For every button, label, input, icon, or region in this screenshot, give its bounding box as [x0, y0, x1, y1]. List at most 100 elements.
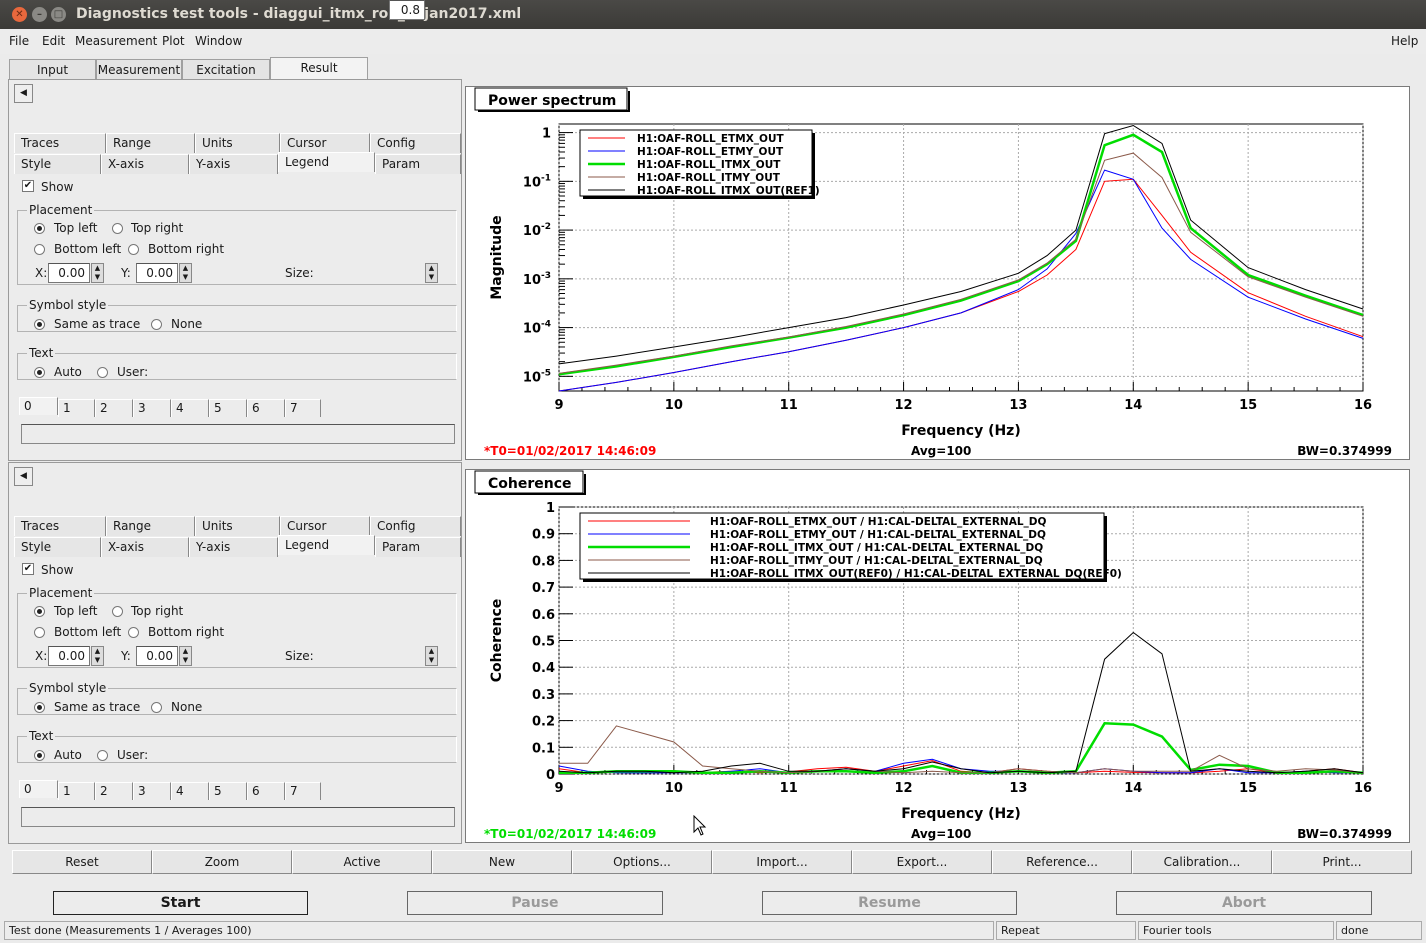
trace-tab-2[interactable]: 2	[95, 399, 133, 417]
active-button[interactable]: Active	[292, 850, 432, 874]
import-button[interactable]: Import...	[712, 850, 852, 874]
x-position-input[interactable]: 0.00	[48, 263, 90, 283]
bottom-left-radio[interactable]	[34, 627, 45, 638]
settings-tab-config[interactable]: Config	[370, 133, 461, 153]
settings-tab-yaxis[interactable]: Y-axis	[189, 537, 278, 557]
trace-tab-4[interactable]: 4	[171, 399, 209, 417]
tab-input[interactable]: Input	[9, 59, 96, 81]
bottom-right-radio[interactable]	[128, 244, 139, 255]
trace-tab-1[interactable]: 1	[58, 782, 95, 800]
collapse-arrow-button[interactable]: ◀	[14, 467, 33, 486]
settings-tab-xaxis[interactable]: X-axis	[101, 537, 189, 557]
settings-tab-xaxis[interactable]: X-axis	[101, 154, 189, 174]
auto-radio[interactable]	[34, 750, 45, 761]
zoom-button[interactable]: Zoom	[152, 850, 292, 874]
x-tick-label: 9	[554, 781, 563, 796]
settings-tab-config[interactable]: Config	[370, 516, 461, 536]
export-button[interactable]: Export...	[852, 850, 992, 874]
print-button[interactable]: Print...	[1272, 850, 1412, 874]
size-input[interactable]: 0.8	[389, 0, 425, 20]
start-button[interactable]: Start	[53, 891, 308, 915]
size-spinner[interactable]: ▲ ▼	[425, 263, 438, 283]
trace-tab-1[interactable]: 1	[58, 399, 95, 417]
user-radio[interactable]	[97, 750, 108, 761]
user-radio[interactable]	[97, 367, 108, 378]
reset-button[interactable]: Reset	[12, 850, 152, 874]
y-spinner[interactable]: ▲ ▼	[179, 263, 192, 283]
same-as-trace-radio[interactable]	[34, 319, 45, 330]
top-right-radio[interactable]	[112, 223, 123, 234]
tab-result[interactable]: Result	[270, 57, 368, 79]
menu-file[interactable]: File	[9, 34, 29, 48]
settings-tab-legend[interactable]: Legend	[278, 152, 375, 172]
options-button[interactable]: Options...	[572, 850, 712, 874]
settings-tab-style[interactable]: Style	[14, 537, 101, 557]
same-as-trace-radio[interactable]	[34, 702, 45, 713]
trace-tab-7[interactable]: 7	[285, 399, 321, 417]
settings-tab-cursor[interactable]: Cursor	[280, 133, 370, 153]
auto-radio[interactable]	[34, 367, 45, 378]
show-legend-checkbox[interactable]: ✔	[22, 180, 34, 192]
settings-tab-range[interactable]: Range	[106, 133, 195, 153]
menu-edit[interactable]: Edit	[42, 34, 65, 48]
none-radio[interactable]	[151, 319, 162, 330]
none-radio[interactable]	[151, 702, 162, 713]
trace-tab-0[interactable]: 0	[19, 780, 58, 798]
new-button[interactable]: New	[432, 850, 572, 874]
trace-tab-7[interactable]: 7	[285, 782, 321, 800]
y-position-input[interactable]: 0.00	[136, 263, 178, 283]
calibration-button[interactable]: Calibration...	[1132, 850, 1272, 874]
settings-tab-param[interactable]: Param	[375, 154, 461, 174]
collapse-arrow-button[interactable]: ◀	[14, 84, 33, 103]
top-left-radio[interactable]	[34, 223, 45, 234]
menu-window[interactable]: Window	[195, 34, 242, 48]
reference-button[interactable]: Reference...	[992, 850, 1132, 874]
averages-readout: Avg=100	[911, 444, 971, 458]
menu-measurement[interactable]: Measurement	[75, 34, 157, 48]
settings-tab-units[interactable]: Units	[195, 133, 280, 153]
tab-measurement[interactable]: Measurement	[96, 59, 182, 81]
settings-tab-traces[interactable]: Traces	[14, 516, 106, 536]
settings-tab-units[interactable]: Units	[195, 516, 280, 536]
maximize-window-button[interactable]: □	[51, 7, 66, 22]
trace-tab-4[interactable]: 4	[171, 782, 209, 800]
settings-tab-yaxis[interactable]: Y-axis	[189, 154, 278, 174]
menu-help[interactable]: Help	[1391, 34, 1418, 48]
trace-tab-6[interactable]: 6	[247, 782, 285, 800]
close-window-button[interactable]: ✕	[12, 7, 27, 22]
abort-button[interactable]: Abort	[1116, 891, 1372, 915]
resume-button[interactable]: Resume	[762, 891, 1017, 915]
trace-tab-0[interactable]: 0	[19, 397, 58, 415]
y-position-input[interactable]: 0.00	[136, 646, 178, 666]
trace-tab-2[interactable]: 2	[95, 782, 133, 800]
settings-tab-legend[interactable]: Legend	[278, 535, 375, 555]
settings-tab-param[interactable]: Param	[375, 537, 461, 557]
bottom-left-radio[interactable]	[34, 244, 45, 255]
y-spinner[interactable]: ▲ ▼	[179, 646, 192, 666]
x-spinner[interactable]: ▲ ▼	[91, 646, 104, 666]
trace-tab-5[interactable]: 5	[209, 399, 247, 417]
settings-tab-cursor[interactable]: Cursor	[280, 516, 370, 536]
coherence-chart[interactable]: Coherence 9 10 11 12 13 14 15 16 0 0.1 0.2 0.3 0.4 0.5…	[466, 470, 1411, 844]
pause-button[interactable]: Pause	[407, 891, 663, 915]
user-text-input[interactable]	[21, 424, 455, 444]
minimize-window-button[interactable]: –	[32, 7, 47, 22]
power-spectrum-chart[interactable]: Power spectrum 9 10 11 12 13 14 15 16 1 10-1 10-2 10…	[466, 87, 1411, 461]
trace-tab-3[interactable]: 3	[133, 782, 171, 800]
menu-plot[interactable]: Plot	[162, 34, 185, 48]
trace-tab-6[interactable]: 6	[247, 399, 285, 417]
trace-tab-3[interactable]: 3	[133, 399, 171, 417]
tab-excitation[interactable]: Excitation	[182, 59, 270, 81]
settings-tab-style[interactable]: Style	[14, 154, 101, 174]
top-right-radio[interactable]	[112, 606, 123, 617]
bottom-right-radio[interactable]	[128, 627, 139, 638]
x-spinner[interactable]: ▲ ▼	[91, 263, 104, 283]
x-position-input[interactable]: 0.00	[48, 646, 90, 666]
show-legend-checkbox[interactable]: ✔	[22, 563, 34, 575]
top-left-radio[interactable]	[34, 606, 45, 617]
trace-tab-5[interactable]: 5	[209, 782, 247, 800]
size-spinner[interactable]: ▲ ▼	[425, 646, 438, 666]
settings-tab-traces[interactable]: Traces	[14, 133, 106, 153]
user-text-input[interactable]	[21, 807, 455, 827]
settings-tab-range[interactable]: Range	[106, 516, 195, 536]
